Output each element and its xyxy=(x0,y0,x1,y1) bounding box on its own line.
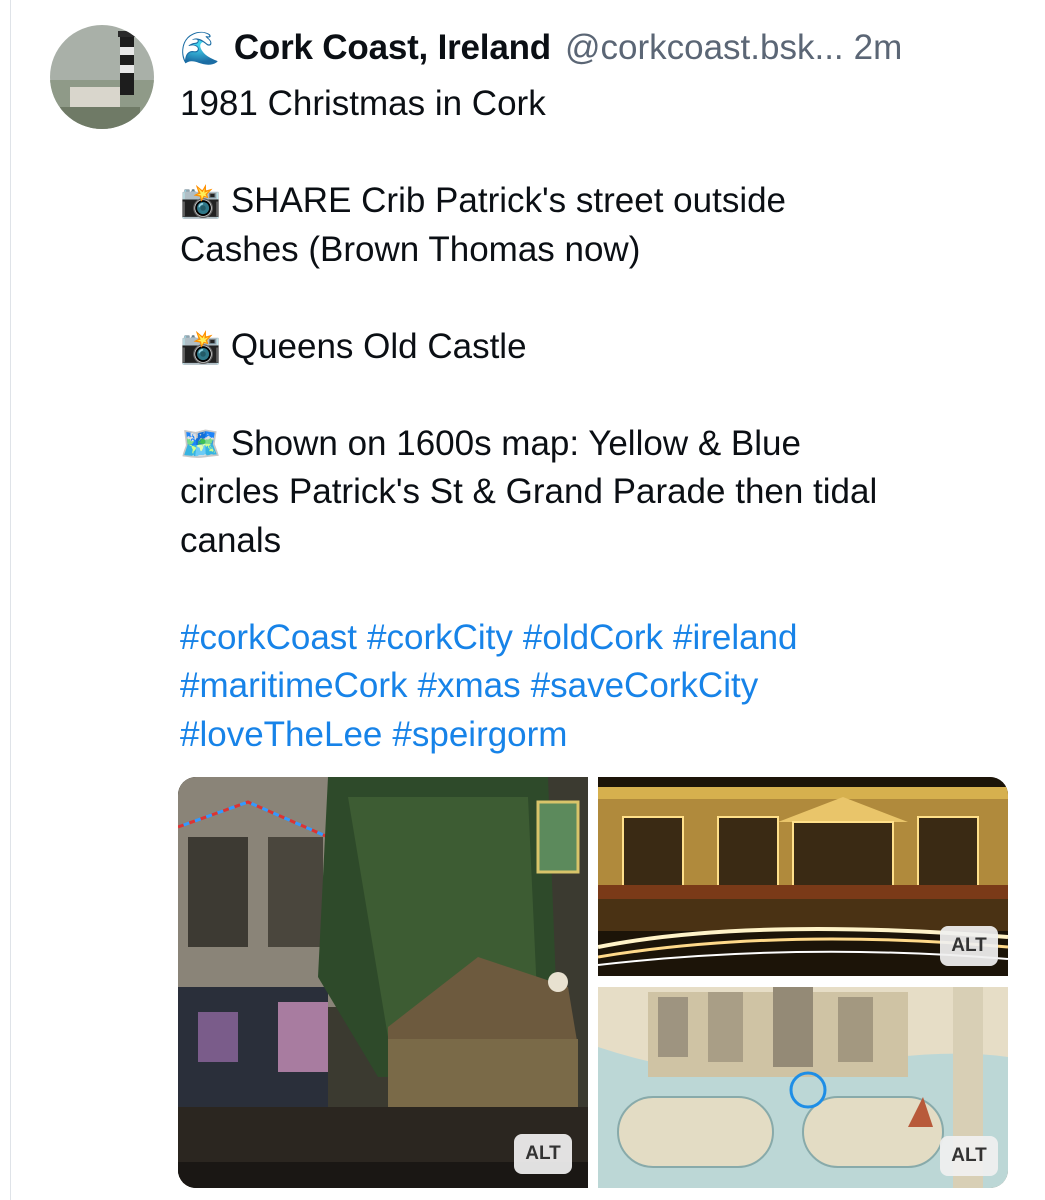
queens-old-castle-photo[interactable]: ALT xyxy=(598,777,1008,976)
post-header: 🌊 Cork Coast, Ireland @corkcoast.bsk... … xyxy=(180,24,902,72)
post-paragraph-map-cont: circles Patrick's St & Grand Parade then… xyxy=(180,472,878,511)
post-title-line: 1981 Christmas in Cork xyxy=(180,84,546,123)
thread-divider xyxy=(10,0,11,1200)
alt-text-button[interactable]: ALT xyxy=(940,926,998,966)
post-paragraph-crib: 📸 SHARE Crib Patrick's street outside xyxy=(180,181,787,220)
post-paragraph-castle: 📸 Queens Old Castle xyxy=(180,326,527,366)
water-wave-icon: 🌊 xyxy=(180,30,220,66)
hashtag-link[interactable]: #saveCorkCity xyxy=(531,666,759,705)
hashtag-link[interactable]: #corkCoast xyxy=(180,618,357,657)
hashtag-link[interactable]: #speirgorm xyxy=(392,715,567,754)
avatar[interactable] xyxy=(50,25,154,129)
image-gallery: ALT ALT ALT xyxy=(178,777,1008,1188)
author-display-name[interactable]: Cork Coast, Ireland xyxy=(234,24,551,72)
camera-flash-icon: 📸 xyxy=(180,327,222,365)
camera-flash-icon: 📸 xyxy=(180,182,222,219)
world-map-icon: 🗺️ xyxy=(180,424,222,462)
post-paragraph-map-cont2: canals xyxy=(180,520,282,560)
post-paragraph-crib-cont: Cashes (Brown Thomas now) xyxy=(180,229,641,269)
post-timestamp[interactable]: 2m xyxy=(854,24,903,72)
hashtag-link[interactable]: #maritimeCork xyxy=(180,666,408,705)
christmas-crib-image xyxy=(178,777,588,1188)
christmas-crib-photo[interactable]: ALT xyxy=(178,777,588,1188)
post-text: 1981 Christmas in Cork 📸 SHARE Crib Patr… xyxy=(180,80,1020,759)
lighthouse-avatar-image xyxy=(50,25,154,129)
hashtag-link[interactable]: #loveTheLee xyxy=(180,715,382,754)
hashtag-link[interactable]: #xmas xyxy=(418,666,521,705)
post-paragraph-map: 🗺️ Shown on 1600s map: Yellow & Blue xyxy=(180,423,801,463)
hashtag-list: #corkCoast #corkCity #oldCork #ireland #mar… xyxy=(180,614,1020,760)
author-handle[interactable]: @corkcoast.bsk... xyxy=(565,24,844,72)
old-cork-map-image[interactable]: ALT xyxy=(598,987,1008,1188)
hashtag-link[interactable]: #corkCity xyxy=(367,618,513,657)
alt-text-button[interactable]: ALT xyxy=(514,1134,572,1174)
hashtag-link[interactable]: #ireland xyxy=(673,618,798,657)
alt-text-button[interactable]: ALT xyxy=(940,1136,998,1176)
hashtag-link[interactable]: #oldCork xyxy=(523,618,663,657)
